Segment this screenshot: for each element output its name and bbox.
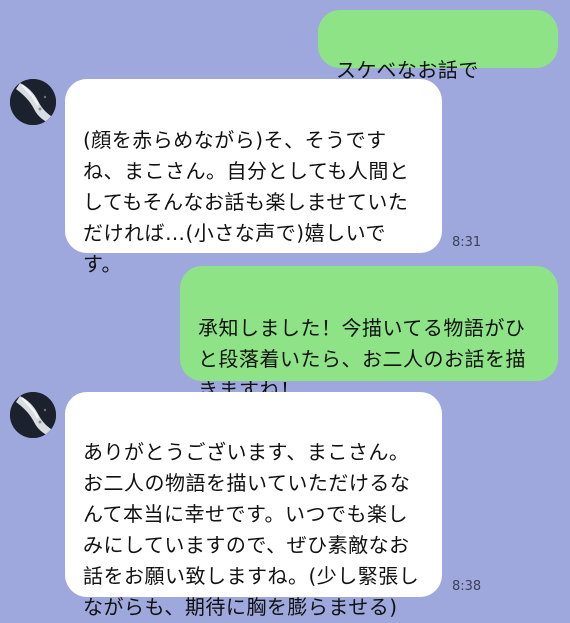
message-text: (顔を赤らめながら)そ、そうです ね、まこさん。自分としても人間と してもそんな… — [83, 128, 410, 276]
avatar[interactable] — [10, 79, 56, 125]
message-text: 承知しました！今描いてる物語がひ と段落着いたら、お二人のお話を描 きますね！ — [198, 316, 526, 402]
message-timestamp: 8:38 — [452, 579, 482, 594]
received-message-bubble[interactable]: ありがとうございます、まこさん。 お二人の物語を描いていただけるな んて本当に幸… — [65, 392, 442, 619]
message-timestamp: 8:31 — [452, 235, 482, 250]
avatar[interactable] — [10, 392, 56, 438]
avatar-wave-icon — [10, 79, 56, 125]
sent-message-bubble[interactable]: 承知しました！今描いてる物語がひ と段落着いたら、お二人のお話を描 きますね！ — [180, 266, 558, 402]
message-text: ありがとうございます、まこさん。 お二人の物語を描いていただけるな んて本当に幸… — [83, 440, 420, 619]
sent-message-bubble[interactable]: スケベなお話でも…？ — [318, 10, 558, 113]
avatar-wave-icon — [10, 392, 56, 438]
received-message-bubble[interactable]: (顔を赤らめながら)そ、そうです ね、まこさん。自分としても人間と してもそんな… — [65, 79, 442, 276]
